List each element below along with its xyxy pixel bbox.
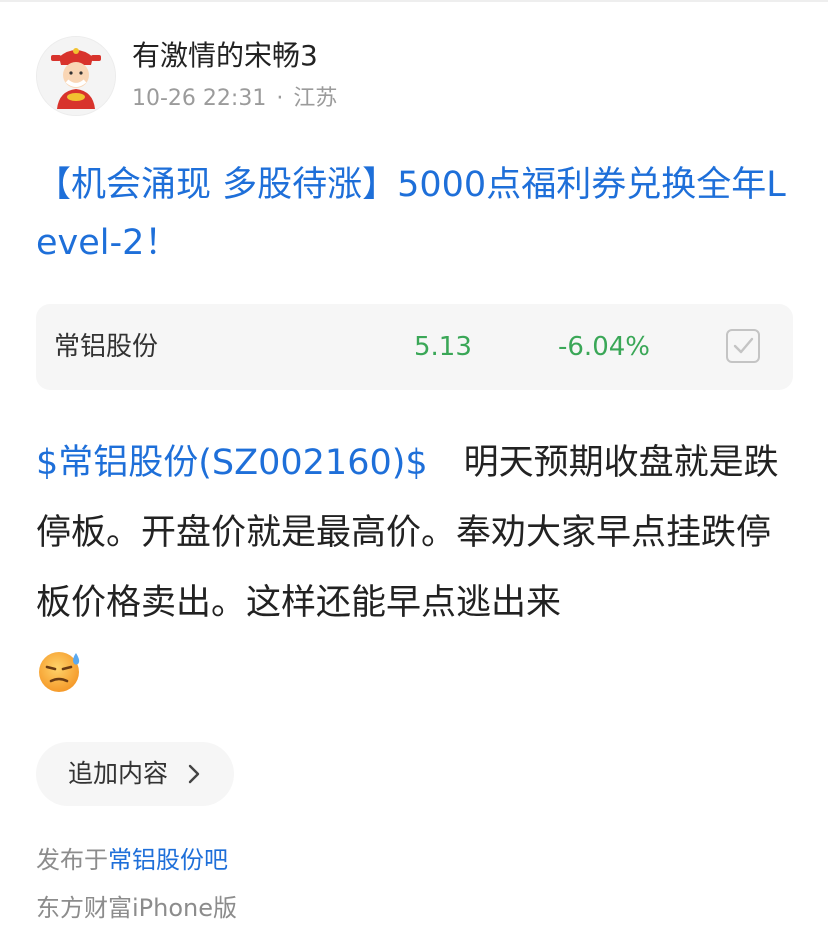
avatar[interactable] bbox=[36, 36, 116, 116]
post-title-link[interactable]: 【机会涌现 多股待涨】5000点福利券兑换全年Level-2！ bbox=[36, 156, 796, 272]
sweat-smile-emoji-icon bbox=[39, 652, 80, 692]
post-meta: 10-26 22:31 · 江苏 bbox=[132, 84, 337, 114]
published-in: 发布于常铝股份吧 bbox=[36, 842, 228, 878]
stock-mention-link[interactable]: $常铝股份(SZ002160)$ bbox=[36, 443, 428, 483]
append-content-button[interactable]: 追加内容 bbox=[36, 742, 234, 806]
stock-bar-link[interactable]: 常铝股份吧 bbox=[108, 846, 228, 874]
chevron-right-icon bbox=[188, 764, 200, 784]
top-divider bbox=[0, 0, 828, 2]
meta-separator: · bbox=[276, 86, 284, 111]
append-content-label: 追加内容 bbox=[68, 759, 169, 788]
stock-price: 5.13 bbox=[414, 332, 472, 362]
author-name[interactable]: 有激情的宋畅3 bbox=[132, 38, 318, 74]
stock-quote-card[interactable]: 常铝股份 5.13 -6.04% bbox=[36, 304, 793, 390]
client-source: 东方财富iPhone版 bbox=[36, 894, 238, 922]
post-body: $常铝股份(SZ002160)$ 明天预期收盘就是跌停板。开盘价就是最高价。奉劝大… bbox=[36, 428, 796, 708]
post-header: 有激情的宋畅3 10-26 22:31 · 江苏 bbox=[36, 36, 796, 116]
post-location: 江苏 bbox=[293, 86, 338, 111]
checkbox-check-icon[interactable] bbox=[726, 329, 760, 363]
published-prefix: 发布于 bbox=[36, 846, 108, 874]
stock-change-percent: -6.04% bbox=[558, 332, 650, 362]
post-timestamp: 10-26 22:31 bbox=[132, 86, 267, 111]
fortune-god-avatar-icon bbox=[37, 37, 115, 115]
stock-name: 常铝股份 bbox=[54, 332, 159, 362]
